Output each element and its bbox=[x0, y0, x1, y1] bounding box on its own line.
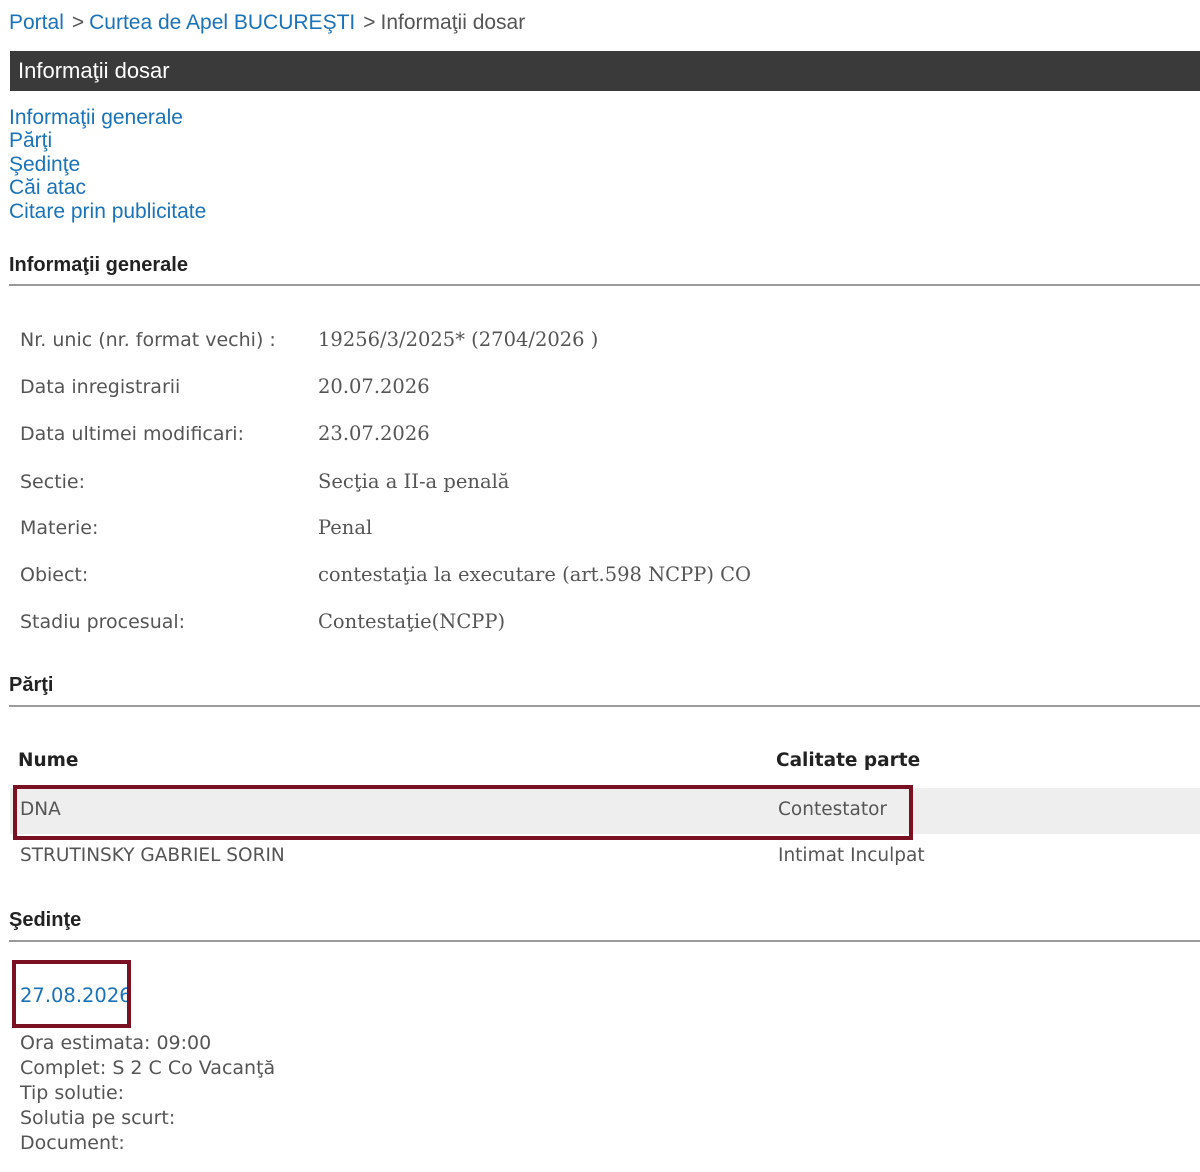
info-value-section: Secţia a II-a penală bbox=[318, 470, 510, 493]
info-label-case-number: Nr. unic (nr. format vechi) : bbox=[20, 329, 276, 351]
info-label-last-modified: Data ultimei modificari: bbox=[20, 423, 244, 445]
section-heading-general-label: Informaţii generale bbox=[9, 254, 188, 276]
anchor-link-appeals[interactable]: Căi atac bbox=[9, 176, 206, 199]
page-title: Informaţii dosar bbox=[18, 58, 170, 83]
anchor-link-general[interactable]: Informaţii generale bbox=[9, 106, 206, 129]
anchor-link-parties[interactable]: Părţi bbox=[9, 129, 206, 152]
anchor-link-hearings[interactable]: Şedinţe bbox=[9, 153, 206, 176]
breadcrumb-portal-link[interactable]: Portal bbox=[9, 11, 64, 34]
party-name: DNA bbox=[20, 799, 61, 820]
section-heading-hearings: Şedinţe bbox=[9, 909, 1200, 942]
section-heading-parties: Părţi bbox=[9, 674, 1200, 707]
breadcrumb: Portal > Curtea de Apel BUCUREŞTI > Informaţ… bbox=[9, 10, 525, 36]
party-role: Contestator bbox=[778, 799, 888, 820]
party-role: Intimat Inculpat bbox=[778, 845, 925, 866]
info-label-procedural-stage: Stadiu procesual: bbox=[20, 611, 186, 633]
info-label-object: Obiect: bbox=[20, 564, 89, 586]
hearing-document: Document: bbox=[20, 1132, 125, 1154]
section-anchor-nav: Informaţii generale Părţi Şedinţe Căi at… bbox=[9, 106, 206, 223]
info-value-object: contestaţia la executare (art.598 NCPP) … bbox=[318, 563, 752, 586]
table-row: STRUTINSKY GABRIEL SORIN Intimat Inculpa… bbox=[10, 834, 1200, 880]
info-value-procedural-stage: Contestaţie(NCPP) bbox=[318, 610, 506, 633]
hearing-panel: Complet: S 2 C Co Vacanţă bbox=[20, 1057, 276, 1079]
section-heading-hearings-label: Şedinţe bbox=[9, 909, 82, 931]
hearing-details: Ora estimata: 09:00 Complet: S 2 C Co Va… bbox=[20, 1031, 275, 1156]
hearing-date-link[interactable]: 27.08.2026 bbox=[20, 984, 132, 1007]
breadcrumb-separator: > bbox=[71, 11, 85, 34]
info-value-matter: Penal bbox=[318, 516, 373, 539]
breadcrumb-separator: > bbox=[363, 11, 376, 34]
page-title-bar: Informaţii dosar bbox=[10, 51, 1200, 91]
breadcrumb-court-link[interactable]: Curtea de Apel BUCUREŞTI bbox=[89, 11, 355, 34]
info-value-case-number: 19256/3/2025* (2704/2026 ) bbox=[318, 328, 599, 351]
party-name: STRUTINSKY GABRIEL SORIN bbox=[20, 845, 285, 866]
info-label-section: Sectie: bbox=[20, 471, 86, 493]
section-heading-parties-label: Părţi bbox=[9, 674, 54, 696]
section-heading-general: Informaţii generale bbox=[9, 254, 1200, 286]
info-label-matter: Materie: bbox=[20, 517, 99, 539]
hearing-solution-type: Tip solutie: bbox=[20, 1082, 125, 1104]
column-header-name: Nume bbox=[18, 750, 79, 771]
info-value-last-modified: 23.07.2026 bbox=[318, 422, 430, 445]
column-header-role: Calitate parte bbox=[776, 750, 921, 771]
hearing-estimated-time: Ora estimata: 09:00 bbox=[20, 1032, 212, 1054]
hearing-solution-summary: Solutia pe scurt: bbox=[20, 1107, 176, 1129]
info-label-registration-date: Data inregistrarii bbox=[20, 376, 181, 398]
table-row: DNA Contestator bbox=[10, 788, 1200, 834]
anchor-link-public-summons[interactable]: Citare prin publicitate bbox=[9, 200, 206, 223]
breadcrumb-current: Informaţii dosar bbox=[380, 11, 526, 34]
info-value-registration-date: 20.07.2026 bbox=[318, 375, 430, 398]
